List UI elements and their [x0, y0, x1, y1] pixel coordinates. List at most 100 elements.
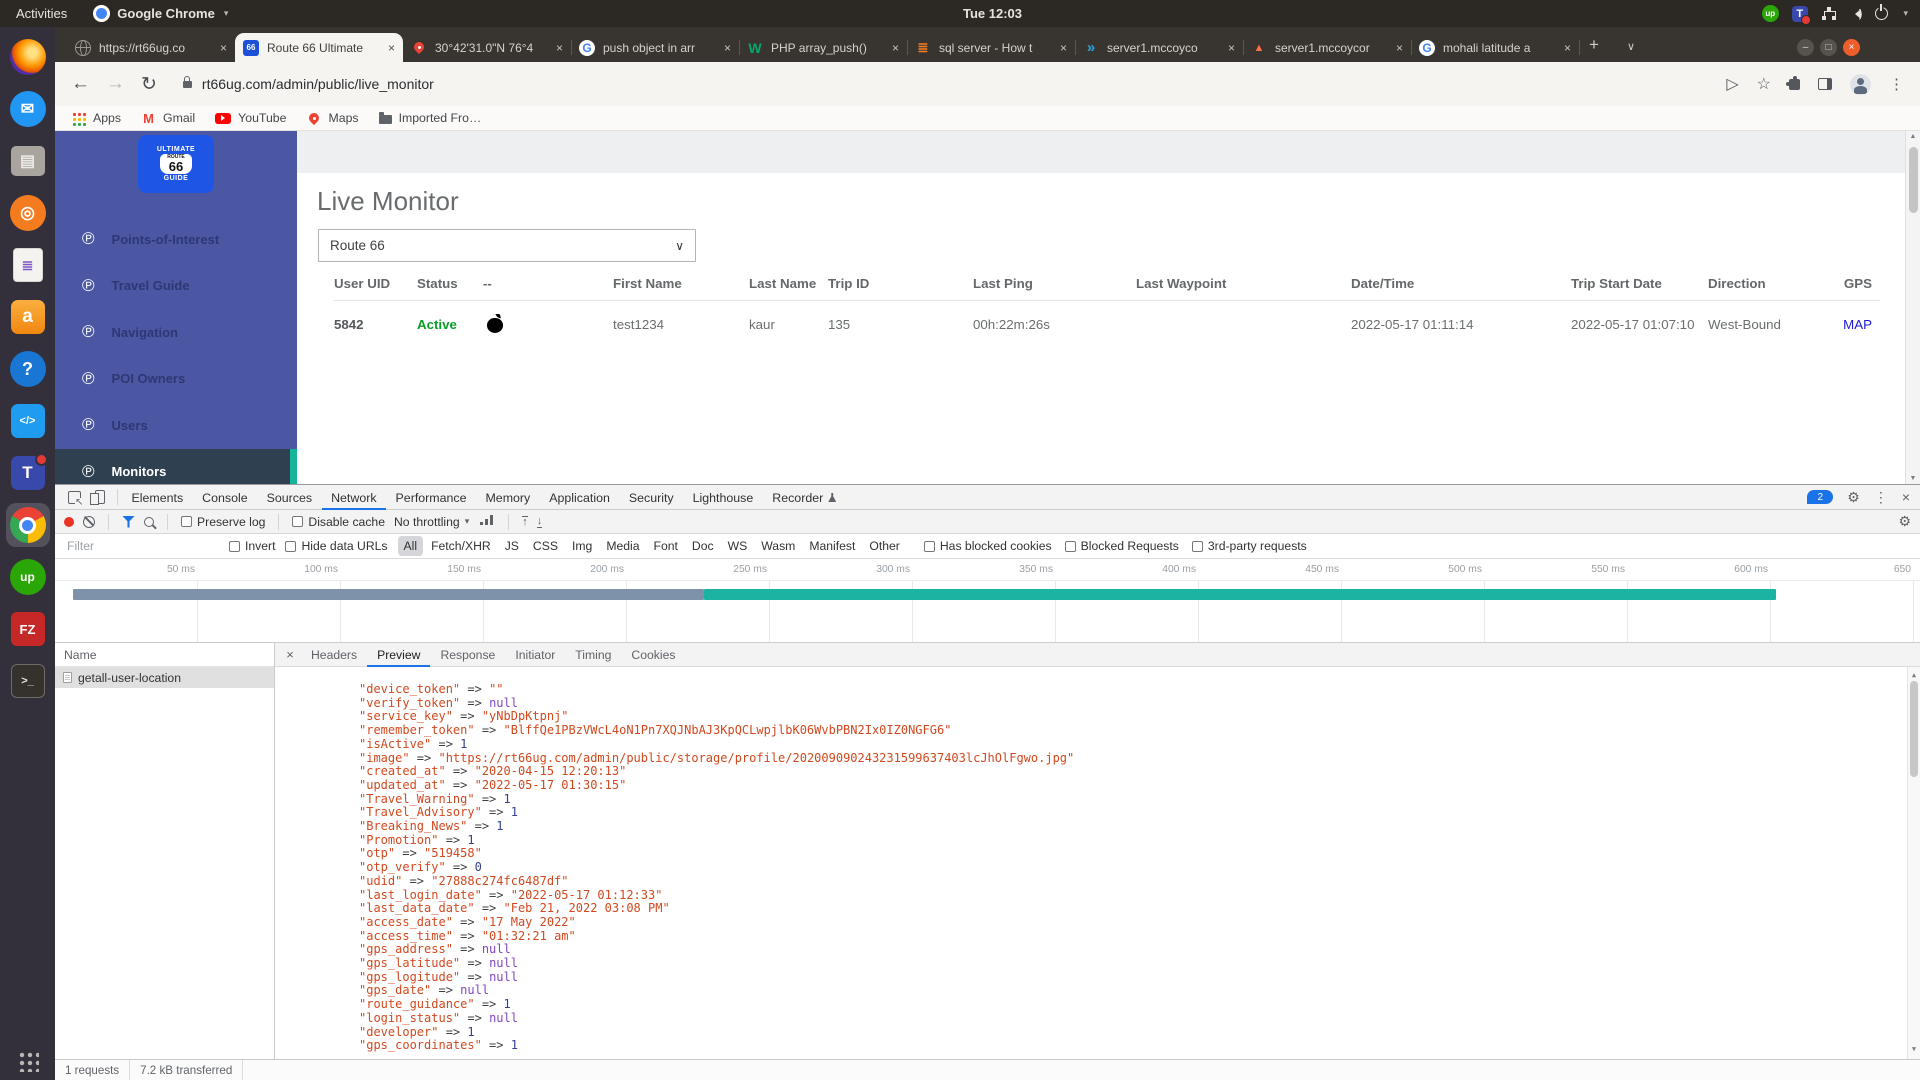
app-menu[interactable]: Google Chrome ▾	[83, 0, 238, 27]
page-scrollbar[interactable]: ▲ ▼	[1905, 131, 1920, 484]
tab-close-icon[interactable]: ×	[220, 41, 227, 55]
scroll-up-icon[interactable]: ▲	[1910, 133, 1917, 140]
tab-close-icon[interactable]: ×	[892, 41, 899, 55]
request-row[interactable]: getall-user-location	[55, 667, 274, 688]
devtools-tab[interactable]: Lighthouse	[683, 485, 763, 510]
throttling-dropdown[interactable]: No throttling ▾	[394, 515, 469, 529]
app-drawer-icon[interactable]	[17, 1050, 39, 1072]
detail-tab[interactable]: Headers	[301, 643, 367, 667]
vscode-icon[interactable]: </>	[6, 399, 50, 443]
new-tab-button[interactable]: +	[1589, 35, 1599, 55]
filter-chip[interactable]: Manifest	[803, 536, 861, 556]
filter-chip[interactable]: Fetch/XHR	[425, 536, 497, 556]
invert-checkbox[interactable]: Invert	[229, 539, 275, 553]
bookmark-star-icon[interactable]: ☆	[1757, 74, 1771, 94]
minimize-button[interactable]: –	[1797, 39, 1814, 56]
close-detail-icon[interactable]: ×	[279, 647, 301, 662]
browser-tab[interactable]: 66 Route 66 Ultimate ×	[235, 33, 403, 62]
filter-toggle-icon[interactable]	[122, 516, 135, 528]
clear-icon[interactable]	[83, 516, 95, 528]
record-button[interactable]	[64, 517, 74, 527]
detail-tab[interactable]: Timing	[565, 643, 621, 667]
scroll-down-icon[interactable]: ▼	[1912, 1043, 1916, 1057]
filter-checkbox[interactable]: Blocked Requests	[1065, 539, 1179, 553]
t-app-icon[interactable]: T	[6, 451, 50, 495]
chrome-icon[interactable]	[6, 503, 50, 547]
chevron-down-icon[interactable]: ▾	[1903, 8, 1908, 19]
route-select[interactable]: Route 66 ∨	[318, 229, 696, 262]
tab-close-icon[interactable]: ×	[1564, 41, 1571, 55]
filezilla-icon[interactable]: FZ	[6, 607, 50, 651]
bookmark-item[interactable]: M Gmail	[141, 111, 195, 126]
filter-chip[interactable]: WS	[722, 536, 754, 556]
filter-chip[interactable]: CSS	[527, 536, 564, 556]
browser-tab[interactable]: W PHP array_push() ×	[739, 33, 907, 62]
back-button[interactable]: ←	[71, 73, 90, 95]
inspect-element-icon[interactable]	[61, 485, 87, 509]
detail-tab[interactable]: Initiator	[505, 643, 565, 667]
filter-input[interactable]	[65, 538, 219, 554]
detail-tab[interactable]: Cookies	[621, 643, 685, 667]
amazon-icon[interactable]: a	[6, 295, 50, 339]
url-text[interactable]: rt66ug.com/admin/public/live_monitor	[202, 76, 434, 92]
name-column-header[interactable]: Name	[55, 643, 274, 667]
devtools-tab[interactable]: Console	[193, 485, 257, 510]
photos-icon[interactable]: ◎	[6, 191, 50, 235]
sidebar-nav-item[interactable]: ℗ Monitors	[55, 449, 297, 485]
checkbox-icon[interactable]	[285, 541, 296, 552]
scrollbar-thumb[interactable]	[1910, 681, 1918, 777]
bookmark-item[interactable]: Maps	[306, 111, 358, 126]
upwork-icon[interactable]: up	[6, 555, 50, 599]
devtools-tab[interactable]: Elements	[122, 485, 193, 510]
reload-button[interactable]: ↻	[141, 73, 157, 96]
tab-close-icon[interactable]: ×	[388, 41, 395, 55]
tab-close-icon[interactable]: ×	[556, 41, 563, 55]
upwork-tray-icon[interactable]: up	[1762, 5, 1779, 22]
devtools-tab[interactable]: Memory	[476, 485, 540, 510]
checkbox-icon[interactable]	[181, 516, 192, 527]
filter-chip[interactable]: Font	[648, 536, 684, 556]
tab-close-icon[interactable]: ×	[1060, 41, 1067, 55]
network-icon[interactable]	[1821, 7, 1837, 20]
browser-tab[interactable]: 30°42'31.0"N 76°4 ×	[403, 33, 571, 62]
extensions-icon[interactable]	[1789, 79, 1800, 90]
tab-search-chevron-icon[interactable]: ∨	[1627, 40, 1635, 53]
sidebar-nav-item[interactable]: ℗ POI Owners	[55, 356, 297, 403]
tab-close-icon[interactable]: ×	[724, 41, 731, 55]
tab-close-icon[interactable]: ×	[1396, 41, 1403, 55]
address-bar[interactable]: rt66ug.com/admin/public/live_monitor	[173, 69, 1710, 99]
issues-badge[interactable]: 2	[1807, 490, 1833, 504]
filter-chip[interactable]: Img	[566, 536, 598, 556]
import-har-icon[interactable]: ↑	[522, 516, 528, 528]
browser-tab[interactable]: G mohali latitude a ×	[1411, 33, 1579, 62]
filter-chip[interactable]: JS	[499, 536, 525, 556]
browser-tab[interactable]: G push object in arr ×	[571, 33, 739, 62]
hide-data-urls-checkbox[interactable]: Hide data URLs	[285, 539, 387, 553]
sidebar-nav-item[interactable]: ℗ Points-of-Interest	[55, 216, 297, 263]
send-to-device-icon[interactable]: ▷	[1726, 74, 1738, 94]
notification-tray-icon[interactable]: T	[1792, 6, 1808, 22]
filter-chip[interactable]: Wasm	[755, 536, 801, 556]
maximize-button[interactable]: □	[1820, 39, 1837, 56]
devtools-close-icon[interactable]: ×	[1902, 489, 1910, 505]
checkbox-icon[interactable]	[924, 541, 935, 552]
preserve-log-checkbox[interactable]: Preserve log	[181, 515, 265, 529]
devtools-tab[interactable]: Network	[322, 485, 386, 510]
firefox-icon[interactable]	[6, 35, 50, 79]
browser-tab[interactable]: https://rt66ug.co ×	[67, 33, 235, 62]
devtools-tab[interactable]: Performance	[386, 485, 476, 510]
forward-button[interactable]: →	[106, 73, 125, 95]
bookmark-item[interactable]: Imported Fro…	[379, 111, 482, 125]
close-window-button[interactable]: ×	[1843, 39, 1860, 56]
profile-avatar[interactable]	[1850, 74, 1871, 95]
devtools-tab[interactable]: Application	[540, 485, 620, 510]
scroll-down-icon[interactable]: ▼	[1910, 475, 1917, 482]
filter-chip[interactable]: All	[398, 536, 424, 556]
filter-chip[interactable]: Doc	[686, 536, 720, 556]
browser-menu-icon[interactable]: ⋮	[1889, 75, 1904, 93]
bookmark-item[interactable]: Apps	[71, 111, 121, 126]
disable-cache-checkbox[interactable]: Disable cache	[292, 515, 385, 529]
scrollbar-thumb[interactable]	[1909, 147, 1918, 213]
detail-tab[interactable]: Response	[430, 643, 505, 667]
side-panel-icon[interactable]	[1818, 78, 1832, 90]
